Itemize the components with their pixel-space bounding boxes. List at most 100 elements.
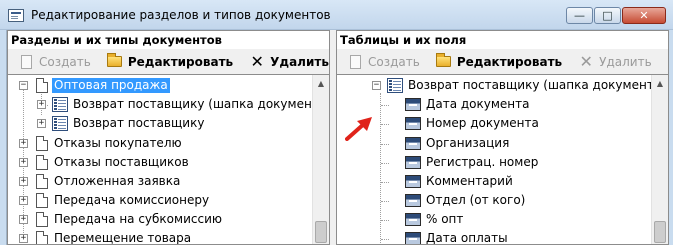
field-item[interactable]: Регистрац. номер — [337, 153, 647, 172]
table-icon — [387, 78, 403, 93]
tree-item-label: Передача на субкомиссию — [54, 212, 222, 226]
window-title: Редактирование разделов и типов документ… — [31, 8, 331, 22]
collapse-icon[interactable]: − — [372, 81, 381, 90]
new-doc-icon — [18, 54, 34, 70]
tree-item-label: Отказы поставщиков — [54, 155, 189, 169]
field-item[interactable]: Отдел (от кого) — [337, 191, 647, 210]
scroll-thumb[interactable] — [654, 221, 666, 243]
field-label: Комментарий — [426, 174, 513, 188]
tree-item-to-commissioner[interactable]: + Передача комиссионеру — [8, 191, 308, 210]
doc-icon — [36, 212, 48, 227]
field-label: Регистрац. номер — [426, 155, 539, 169]
tree-item-label: Передача комиссионеру — [54, 193, 210, 207]
delete-field-button[interactable]: ✕ Удалить — [574, 51, 658, 73]
field-item[interactable]: % опт — [337, 210, 647, 229]
tree-item-label: Оптовая продажа — [52, 78, 170, 93]
table-icon — [52, 116, 68, 131]
edit-label: Редактировать — [456, 54, 563, 69]
title-bar: Редактирование разделов и типов документ… — [0, 0, 673, 30]
tables-panel: Таблицы и их поля Создать Редактировать … — [336, 30, 669, 245]
tree-item-return-header[interactable]: + Возврат поставщику (шапка документа) — [8, 95, 329, 114]
field-icon — [405, 232, 421, 244]
expand-icon[interactable]: + — [19, 177, 28, 186]
delete-section-button[interactable]: ✕ Удалить — [245, 51, 335, 73]
red-arrow-icon — [345, 117, 372, 141]
tree-item-buyer-refusals[interactable]: + Отказы покупателю — [8, 134, 308, 153]
scroll-up-icon[interactable]: ▲ — [652, 75, 668, 92]
collapse-icon[interactable]: − — [19, 81, 28, 90]
doc-icon — [36, 231, 48, 244]
tree-item-label: Отказы покупателю — [54, 136, 182, 150]
tables-panel-header: Таблицы и их поля — [336, 30, 669, 49]
edit-label: Редактировать — [127, 54, 234, 69]
delete-label: Удалить — [270, 54, 329, 69]
scroll-thumb[interactable] — [315, 221, 327, 243]
tree-item-label: Перемещение товара — [54, 231, 192, 245]
tree-item-goods-transfer[interactable]: + Перемещение товара — [8, 229, 308, 245]
create-label: Создать — [368, 54, 420, 69]
app-icon — [8, 9, 24, 22]
create-field-button[interactable]: Создать — [343, 51, 426, 73]
field-item[interactable]: Комментарий — [337, 172, 647, 191]
expand-icon[interactable]: + — [19, 234, 28, 243]
field-item[interactable]: Дата документа — [337, 95, 647, 114]
sections-panel: Разделы и их типы документов Создать Ред… — [7, 30, 330, 245]
field-label: Номер документа — [426, 116, 539, 130]
sections-scrollbar[interactable]: ▲ — [312, 75, 329, 244]
delete-label: Удалить — [599, 54, 652, 69]
doc-icon — [36, 78, 48, 93]
expand-icon[interactable]: + — [19, 139, 28, 148]
field-item[interactable]: Организация — [337, 134, 647, 153]
new-doc-icon — [347, 54, 363, 70]
expand-icon[interactable]: + — [19, 158, 28, 167]
tree-item-return[interactable]: + Возврат поставщику — [8, 114, 308, 133]
tree-item-label: Возврат поставщику — [73, 116, 205, 130]
field-icon — [405, 194, 421, 207]
field-label: Дата оплаты — [426, 231, 508, 245]
field-item[interactable]: Дата оплаты — [337, 229, 647, 245]
tree-item-deferred-request[interactable]: + Отложенная заявка — [8, 172, 308, 191]
field-icon — [405, 117, 421, 130]
expand-icon[interactable]: + — [37, 100, 46, 109]
sections-panel-header: Разделы и их типы документов — [7, 30, 330, 49]
tables-scrollbar[interactable]: ▲ — [651, 75, 668, 244]
doc-icon — [36, 193, 48, 208]
tree-item-return-header-table[interactable]: − Возврат поставщику (шапка документа) — [337, 76, 666, 95]
field-icon — [405, 156, 421, 169]
field-icon — [405, 137, 421, 150]
doc-icon — [36, 136, 48, 151]
sections-tree[interactable]: − Оптовая продажа + Возврат поставщику (… — [7, 74, 330, 245]
expand-icon[interactable]: + — [19, 215, 28, 224]
tables-tree[interactable]: − Возврат поставщику (шапка документа) Д… — [336, 74, 669, 245]
expand-icon[interactable]: + — [19, 196, 28, 205]
tree-item-label: Возврат поставщику (шапка документа) — [408, 78, 666, 92]
expand-icon[interactable]: + — [37, 119, 46, 128]
window-client: Разделы и их типы документов Создать Ред… — [6, 30, 669, 245]
create-label: Создать — [39, 54, 91, 69]
minimize-button[interactable]: — — [566, 7, 593, 24]
folder-icon — [436, 53, 452, 70]
tree-item-wholesale[interactable]: − Оптовая продажа — [8, 76, 308, 95]
tree-item-subcommission[interactable]: + Передача на субкомиссию — [8, 210, 308, 229]
create-section-button[interactable]: Создать — [14, 51, 97, 73]
field-icon — [405, 98, 421, 111]
sections-toolbar: Создать Редактировать ✕ Удалить — [7, 49, 330, 74]
maximize-button[interactable]: □ — [594, 7, 621, 24]
field-item[interactable]: Номер документа — [337, 114, 647, 133]
tree-item-supplier-refusals[interactable]: + Отказы поставщиков — [8, 153, 308, 172]
close-button[interactable]: ✕ — [622, 7, 666, 24]
field-icon — [405, 175, 421, 188]
folder-icon — [107, 53, 123, 70]
table-icon — [52, 97, 68, 112]
close-x-icon: ✕ — [250, 51, 264, 71]
field-label: Дата документа — [426, 97, 530, 111]
field-label: Организация — [426, 136, 510, 150]
scroll-up-icon[interactable]: ▲ — [313, 75, 329, 92]
doc-icon — [36, 174, 48, 189]
edit-section-button[interactable]: Редактировать — [103, 51, 239, 73]
field-icon — [405, 213, 421, 226]
tree-item-label: Отложенная заявка — [54, 174, 181, 188]
doc-icon — [36, 155, 48, 170]
edit-field-button[interactable]: Редактировать — [432, 51, 568, 73]
close-x-icon: ✕ — [579, 51, 593, 71]
